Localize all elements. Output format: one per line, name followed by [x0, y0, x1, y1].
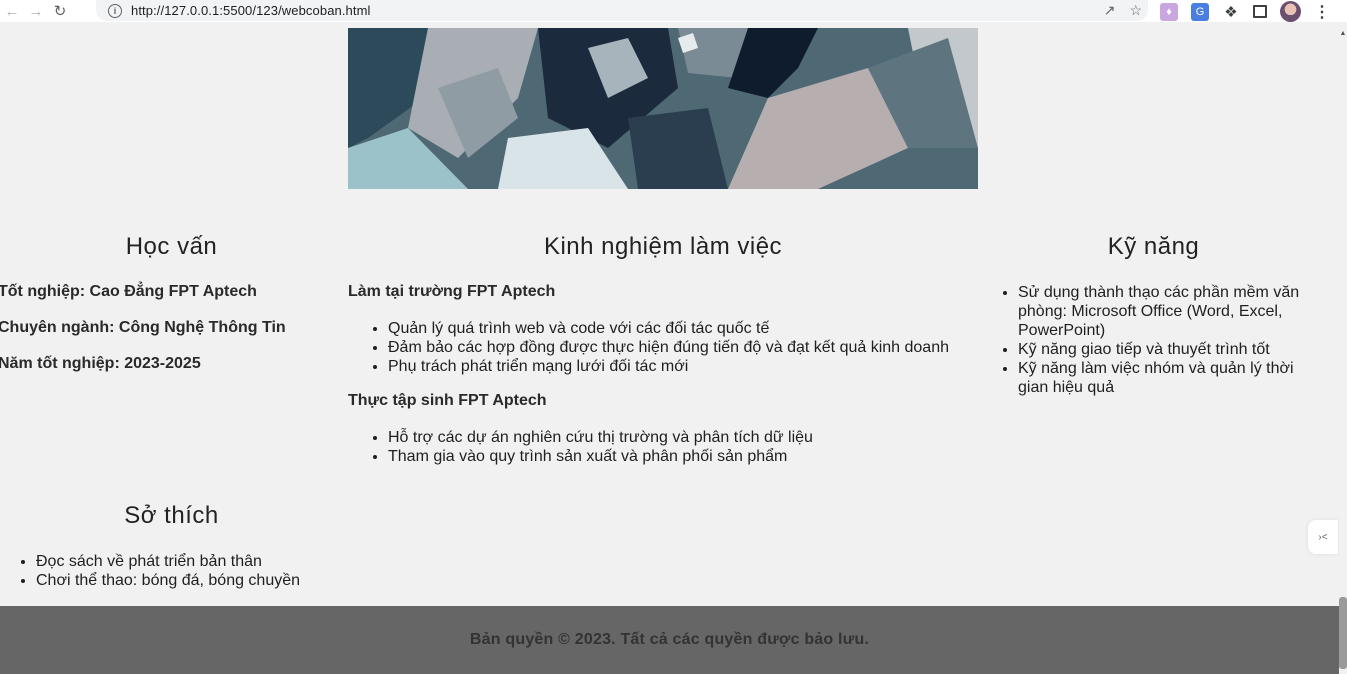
page-content: Học vấn Tốt nghiệp: Cao Đẳng FPT Aptech …	[0, 28, 1339, 674]
education-title: Học vấn	[125, 233, 218, 260]
copyright-text: Bản quyền © 2023. Tất cả các quyền được …	[469, 631, 870, 648]
skills-title: Kỹ năng	[1107, 233, 1200, 260]
puzzle-icon[interactable]: ❖	[1222, 3, 1240, 21]
list-item: Kỹ năng làm việc nhóm và quản lý thời gi…	[1018, 359, 1323, 397]
scrollbar-thumb[interactable]	[1339, 597, 1347, 669]
address-bar[interactable]: i http://127.0.0.1:5500/123/webcoban.htm…	[96, 0, 1148, 21]
hobbies-list: Đọc sách về phát triển bản thân Chơi thể…	[0, 552, 336, 590]
browser-toolbar: ← → ↻ i http://127.0.0.1:5500/123/webcob…	[0, 0, 1347, 22]
scroll-up-icon[interactable]: ▲	[1339, 30, 1347, 38]
scrollbar[interactable]	[1339, 22, 1347, 674]
extension-icon[interactable]: ♦	[1160, 2, 1178, 21]
page-footer: Bản quyền © 2023. Tất cả các quyền được …	[0, 606, 1339, 674]
url-text[interactable]: http://127.0.0.1:5500/123/webcoban.html	[131, 3, 371, 18]
translate-icon[interactable]: G	[1191, 2, 1209, 21]
profile-image	[348, 28, 978, 189]
skills-list: Sử dụng thành thạo các phần mềm văn phòn…	[978, 283, 1323, 397]
reload-icon[interactable]: ↻	[48, 0, 72, 22]
side-panel-icon[interactable]	[1253, 5, 1267, 18]
education-line: Năm tốt nghiệp: 2023-2025	[0, 355, 201, 372]
avatar[interactable]	[1280, 1, 1301, 22]
info-icon[interactable]: i	[108, 3, 122, 18]
hobbies-title: Sở thích	[124, 502, 219, 529]
list-item: Sử dụng thành thạo các phần mềm văn phòn…	[1018, 283, 1323, 340]
education-line: Tốt nghiệp: Cao Đẳng FPT Aptech	[0, 283, 257, 300]
job-role: Làm tại trường FPT Aptech	[348, 283, 556, 300]
more-menu-icon[interactable]: ⋮	[1314, 2, 1330, 22]
job-role: Thực tập sinh FPT Aptech	[348, 392, 547, 409]
list-item: Quản lý quá trình web và code với các đố…	[388, 319, 978, 338]
arrow-left-icon[interactable]: ←	[0, 0, 24, 22]
arrow-right-icon[interactable]: →	[24, 0, 48, 22]
list-item: Đọc sách về phát triển bản thân	[36, 552, 336, 571]
profile-image-graphic	[348, 28, 978, 189]
education-line: Chuyên ngành: Công Nghệ Thông Tin	[0, 319, 286, 336]
job-duties-list: Quản lý quá trình web và code với các đố…	[348, 319, 978, 376]
list-item: Tham gia vào quy trình sản xuất và phân …	[388, 447, 978, 466]
side-widget-icon[interactable]: ›<	[1308, 520, 1338, 554]
list-item: Chơi thể thao: bóng đá, bóng chuyền	[36, 571, 336, 590]
experience-title: Kinh nghiệm làm việc	[543, 233, 783, 260]
list-item: Kỹ năng giao tiếp và thuyết trình tốt	[1018, 340, 1323, 359]
list-item: Hỗ trợ các dự án nghiên cứu thị trường v…	[388, 428, 978, 447]
list-item: Đảm bảo các hợp đồng được thực hiện đúng…	[388, 338, 978, 357]
list-item: Phụ trách phát triển mạng lưới đối tác m…	[388, 357, 978, 376]
job-duties-list: Hỗ trợ các dự án nghiên cứu thị trường v…	[348, 428, 978, 466]
share-icon[interactable]: ↗	[1104, 2, 1116, 19]
star-icon[interactable]: ☆	[1129, 2, 1142, 19]
